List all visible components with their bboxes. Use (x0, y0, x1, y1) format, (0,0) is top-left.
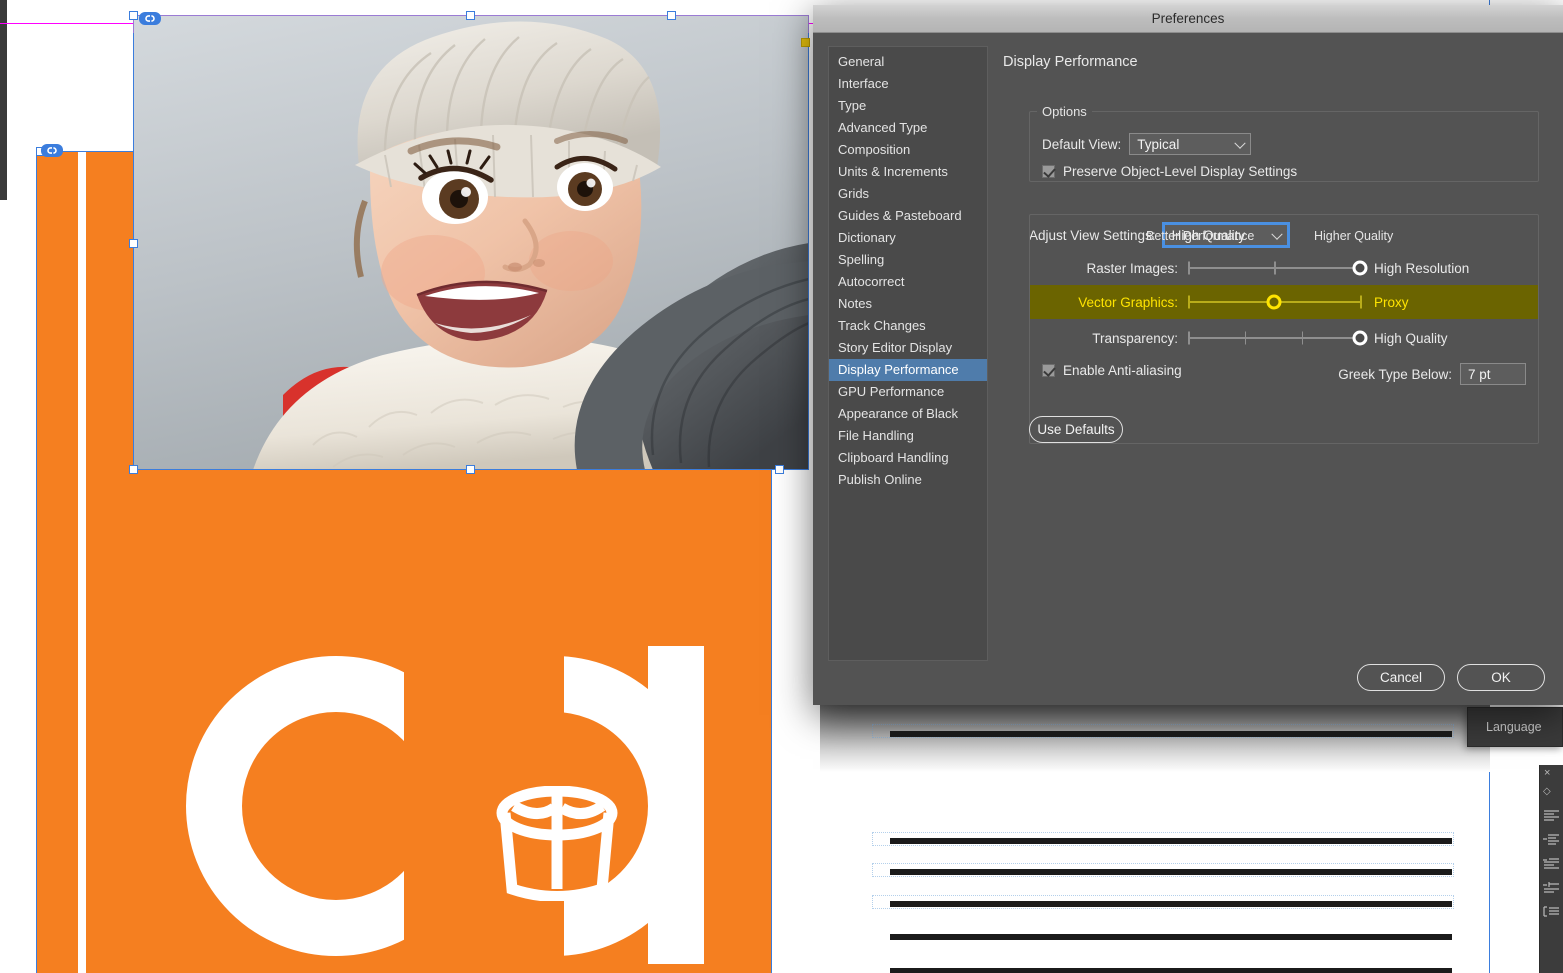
enable-antialiasing-row[interactable]: Enable Anti-aliasing (1042, 363, 1182, 378)
vector-graphics-value: Proxy (1374, 294, 1409, 310)
vector-graphics-slider[interactable] (1188, 291, 1362, 313)
default-view-row: Default View: Typical (1042, 133, 1252, 155)
sidebar-item-publish-online[interactable]: Publish Online (829, 469, 987, 491)
preserve-object-level-row[interactable]: Preserve Object-Level Display Settings (1042, 164, 1297, 179)
transparency-slider-knob[interactable] (1352, 330, 1368, 346)
sidebar-item-type[interactable]: Type (829, 95, 987, 117)
indent-first-line-icon[interactable] (1540, 851, 1563, 875)
ok-button[interactable]: OK (1457, 664, 1545, 691)
application-window: Language × ◇ Preferences General Interfa… (0, 0, 1563, 973)
chevron-down-icon (1234, 137, 1246, 149)
preferences-category-list[interactable]: General Interface Type Advanced Type Com… (828, 46, 988, 661)
transparency-slider[interactable] (1188, 327, 1368, 349)
scale-label-better-performance: Better Performance (1146, 229, 1255, 243)
vector-graphics-label: Vector Graphics: (1078, 294, 1178, 310)
pasteboard-edge (0, 0, 7, 200)
page-title: Display Performance (1003, 54, 1138, 70)
sidebar-item-guides-pasteboard[interactable]: Guides & Pasteboard (829, 205, 987, 227)
default-view-value: Typical (1137, 136, 1180, 152)
preferences-dialog[interactable]: Preferences General Interface Type Advan… (813, 5, 1563, 705)
selection-handle-left-middle[interactable] (129, 239, 138, 248)
proxy-text-rule (890, 901, 1452, 907)
preferences-main-pane: Display Performance Options Default View… (1001, 46, 1546, 705)
align-left-icon[interactable] (1540, 803, 1563, 827)
child-photo (133, 15, 809, 470)
raster-images-value: High Resolution (1374, 260, 1470, 276)
transparency-label: Transparency: (1092, 330, 1178, 346)
proxy-text-rule (890, 869, 1452, 875)
selection-handle-top-center[interactable] (466, 11, 475, 20)
cd-logo-proxy (176, 646, 721, 973)
panel-menu-icon[interactable]: ◇ (1540, 779, 1563, 803)
space-before-icon[interactable] (1540, 875, 1563, 899)
enable-antialiasing-checkbox[interactable] (1042, 364, 1055, 377)
sidebar-item-display-performance[interactable]: Display Performance (829, 359, 987, 381)
greek-type-below-input[interactable]: 7 pt (1460, 363, 1526, 385)
sidebar-item-clipboard-handling[interactable]: Clipboard Handling (829, 447, 987, 469)
transparency-value: High Quality (1374, 330, 1448, 346)
sidebar-item-units-increments[interactable]: Units & Increments (829, 161, 987, 183)
paragraph-panel[interactable]: × ◇ (1539, 765, 1563, 973)
sidebar-item-file-handling[interactable]: File Handling (829, 425, 987, 447)
selection-handle-top-left[interactable] (129, 11, 138, 20)
proxy-text-rule (890, 838, 1452, 844)
proxy-text-rule (890, 934, 1452, 940)
orange-block-gap (78, 151, 86, 973)
raster-images-slider-knob[interactable] (1352, 260, 1368, 276)
vector-graphics-slider-knob[interactable] (1266, 294, 1282, 310)
sidebar-item-appearance-of-black[interactable]: Appearance of Black (829, 403, 987, 425)
proxy-text-rule (890, 968, 1452, 973)
link-badge-icon-orange[interactable] (41, 144, 63, 157)
sidebar-item-composition[interactable]: Composition (829, 139, 987, 161)
language-tab-label: Language (1486, 720, 1542, 734)
default-view-dropdown[interactable]: Typical (1129, 133, 1252, 155)
use-defaults-button[interactable]: Use Defaults (1029, 416, 1123, 443)
language-panel-tab[interactable]: Language (1467, 707, 1563, 747)
sidebar-item-spelling[interactable]: Spelling (829, 249, 987, 271)
slider-row-vector-graphics[interactable]: Vector Graphics: Proxy (1030, 285, 1538, 319)
selection-handle-corner-effects[interactable] (801, 38, 810, 47)
selection-handle-bottom-left[interactable] (129, 465, 138, 474)
selection-handle-bottom-right[interactable] (775, 465, 784, 474)
raster-images-label: Raster Images: (1086, 260, 1178, 276)
scale-label-higher-quality: Higher Quality (1314, 229, 1394, 243)
slider-row-transparency[interactable]: Transparency: High Quality (1030, 321, 1538, 355)
preserve-object-level-checkbox[interactable] (1042, 165, 1055, 178)
sidebar-item-gpu-performance[interactable]: GPU Performance (829, 381, 987, 403)
default-view-label: Default View: (1042, 136, 1122, 152)
dialog-button-bar: Cancel OK (1357, 664, 1545, 691)
options-group-legend: Options (1042, 104, 1087, 119)
selection-handle-bottom-center[interactable] (466, 465, 475, 474)
enable-antialiasing-label: Enable Anti-aliasing (1063, 363, 1182, 378)
sidebar-item-dictionary[interactable]: Dictionary (829, 227, 987, 249)
selection-handle-top-mid[interactable] (667, 11, 676, 20)
sidebar-item-autocorrect[interactable]: Autocorrect (829, 271, 987, 293)
sidebar-item-grids[interactable]: Grids (829, 183, 987, 205)
greek-type-below-label: Greek Type Below: (1338, 366, 1452, 382)
drop-cap-icon[interactable] (1540, 899, 1563, 923)
proxy-text-rule (890, 731, 1452, 737)
logo-letter-d-stem (648, 646, 704, 964)
link-badge-icon[interactable] (139, 12, 161, 25)
sidebar-item-general[interactable]: General (829, 51, 987, 73)
dialog-title: Preferences (1151, 11, 1225, 26)
dialog-titlebar[interactable]: Preferences (813, 5, 1563, 33)
sidebar-item-interface[interactable]: Interface (829, 73, 987, 95)
adjust-view-settings-group: Better Performance Higher Quality Raster… (1029, 214, 1539, 444)
close-icon[interactable]: × (1540, 765, 1563, 779)
logo-basket-icon (496, 786, 618, 901)
indent-left-icon[interactable] (1540, 827, 1563, 851)
raster-images-slider[interactable] (1188, 257, 1368, 279)
dialog-body: General Interface Type Advanced Type Com… (813, 33, 1563, 705)
placed-image-frame[interactable] (133, 15, 809, 470)
cancel-button[interactable]: Cancel (1357, 664, 1445, 691)
greek-type-below-row: Greek Type Below: 7 pt (1338, 363, 1526, 385)
sidebar-item-advanced-type[interactable]: Advanced Type (829, 117, 987, 139)
sidebar-item-notes[interactable]: Notes (829, 293, 987, 315)
options-group: Options Default View: Typical Preserve O… (1029, 104, 1539, 182)
sidebar-item-story-editor-display[interactable]: Story Editor Display (829, 337, 987, 359)
sidebar-item-track-changes[interactable]: Track Changes (829, 315, 987, 337)
preserve-object-level-label: Preserve Object-Level Display Settings (1063, 164, 1298, 179)
slider-row-raster-images[interactable]: Raster Images: High Resolution (1030, 251, 1538, 285)
